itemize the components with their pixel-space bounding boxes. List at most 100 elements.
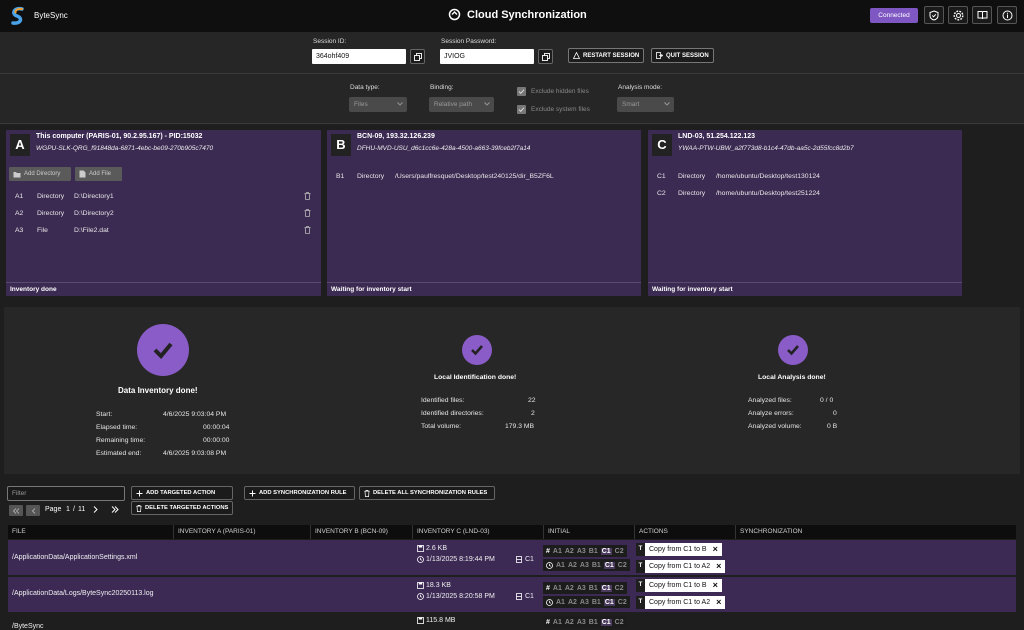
part-type: Directory xyxy=(678,190,706,197)
next-page-button[interactable] xyxy=(93,506,98,513)
part-type: Directory xyxy=(678,173,706,180)
action-item[interactable]: T Copy from C1 to A2 × xyxy=(636,596,726,609)
member-name: BCN-09, 193.32.126.239 xyxy=(357,133,435,140)
column-header-inventory-a[interactable]: INVENTORY A (PARIS-01) xyxy=(174,525,311,539)
column-header-inventory-c[interactable]: INVENTORY C (LND-03) xyxy=(413,525,544,539)
binding-value: Relative path xyxy=(434,101,472,108)
action-type-badge: T xyxy=(636,560,645,573)
part-path: /home/ubuntu/Desktop/test251224 xyxy=(716,190,820,197)
table-row[interactable]: /ApplicationData/Logs/ByteSync20250113.l… xyxy=(8,577,1016,612)
column-header-synchronization[interactable]: SYNCHRONIZATION xyxy=(736,525,1016,539)
exclude-system-label: Exclude system files xyxy=(531,106,590,113)
last-page-button[interactable] xyxy=(111,506,119,513)
add-sync-rule-label: ADD SYNCHRONIZATION RULE xyxy=(259,490,347,496)
trash-icon[interactable] xyxy=(304,192,311,200)
action-item[interactable]: T Copy from C1 to B × xyxy=(636,579,722,592)
add-directory-button[interactable]: Add Directory xyxy=(9,167,71,181)
hash-label: # xyxy=(546,547,550,555)
initial-code: C1 xyxy=(600,618,612,626)
add-sync-rule-button[interactable]: ADD SYNCHRONIZATION RULE xyxy=(244,486,355,500)
initial-date-status: A1 A2 A3 B1 C1 C2 xyxy=(543,559,630,571)
action-type-badge: T xyxy=(636,596,645,609)
initial-code: A2 xyxy=(564,547,574,555)
copy-session-id-button[interactable] xyxy=(410,49,425,64)
trash-icon[interactable] xyxy=(304,209,311,217)
exit-icon xyxy=(656,52,663,59)
session-id-field[interactable]: 364ohf409 xyxy=(312,49,406,64)
quit-session-label: QUIT SESSION xyxy=(666,52,709,59)
table-row[interactable]: /ApplicationData/ApplicationSettings.xml… xyxy=(8,540,1016,575)
page-separator: / xyxy=(73,506,75,513)
add-targeted-action-button[interactable]: ADD TARGETED ACTION xyxy=(131,486,233,500)
delete-targeted-actions-button[interactable]: DELETE TARGETED ACTIONS xyxy=(131,501,233,515)
column-header-initial[interactable]: INITIAL xyxy=(544,525,635,539)
initial-code: C1 xyxy=(603,561,615,569)
session-id-label: Session ID: xyxy=(313,38,347,45)
chevron-right-icon xyxy=(93,506,98,513)
remove-action-icon[interactable]: × xyxy=(716,596,721,609)
member-panel-a: A This computer (PARIS-01, 90.2.95.167) … xyxy=(6,130,321,296)
filter-input[interactable]: Filter xyxy=(7,486,125,501)
remove-action-icon[interactable]: × xyxy=(713,579,718,592)
double-chevron-left-icon xyxy=(12,507,20,514)
restart-session-button[interactable]: RESTART SESSION xyxy=(568,48,645,63)
kv-key: Start: xyxy=(96,411,113,418)
session-password-label: Session Password: xyxy=(441,38,497,45)
folder-add-icon xyxy=(13,171,21,178)
trust-button[interactable] xyxy=(924,6,944,24)
hash-label: # xyxy=(546,584,550,592)
copy-icon xyxy=(413,52,422,61)
disk-icon xyxy=(417,545,424,552)
initial-code: A1 xyxy=(552,618,562,626)
action-item[interactable]: T Copy from C1 to B × xyxy=(636,543,722,556)
exclude-hidden-checkbox[interactable] xyxy=(517,87,526,96)
file-size: 18.3 KB xyxy=(426,582,451,589)
kv-value: 00:00:04 xyxy=(203,424,230,431)
page-current[interactable]: 1 xyxy=(66,506,70,513)
initial-code: A2 xyxy=(564,584,574,592)
clock-icon xyxy=(546,598,553,606)
kv-key: Analyze errors: xyxy=(748,410,794,417)
initial-hash-status: # A1 A2 A3 B1 C1 C2 xyxy=(543,616,627,628)
trash-icon[interactable] xyxy=(304,226,311,234)
analysis-mode-select[interactable]: Smart xyxy=(617,97,674,112)
action-item[interactable]: T Copy from C1 to A2 × xyxy=(636,560,726,573)
initial-code: C2 xyxy=(617,561,627,569)
file-size: 2.6 KB xyxy=(426,545,448,552)
data-type-select[interactable]: Files xyxy=(349,97,407,112)
exclude-system-checkbox[interactable] xyxy=(517,105,526,114)
quit-session-button[interactable]: QUIT SESSION xyxy=(651,48,714,63)
column-header-inventory-b[interactable]: INVENTORY B (BCN-09) xyxy=(311,525,413,539)
remove-action-icon[interactable]: × xyxy=(716,560,721,573)
binding-select[interactable]: Relative path xyxy=(429,97,494,112)
add-file-button[interactable]: Add File xyxy=(75,167,122,181)
part-type: Directory xyxy=(37,210,65,217)
add-directory-label: Add Directory xyxy=(24,171,61,177)
session-password-field[interactable]: JVIOG xyxy=(440,49,534,64)
action-type-badge: T xyxy=(636,543,645,556)
initial-code: A3 xyxy=(576,618,586,626)
action-type-badge: T xyxy=(636,579,645,592)
kv-key: Total volume: xyxy=(421,423,462,430)
column-header-file[interactable]: FILE xyxy=(8,525,174,539)
part-path: D:\Directory2 xyxy=(74,210,114,217)
kv-value: 00:00:00 xyxy=(203,437,230,444)
column-header-actions[interactable]: ACTIONS xyxy=(635,525,736,539)
remove-action-icon[interactable]: × xyxy=(713,543,718,556)
previous-page-button[interactable] xyxy=(26,505,40,516)
progress-panel: Data Inventory done! Start: 4/6/2025 9:0… xyxy=(4,307,1020,474)
table-row[interactable]: /ByteSync 115.8 MB # A1 A2 A3 B1 C1 C2 xyxy=(8,614,1016,630)
analysis-mode-label: Analysis mode: xyxy=(618,84,663,91)
settings-button[interactable] xyxy=(948,6,968,24)
data-type-value: Files xyxy=(354,101,368,108)
docs-button[interactable] xyxy=(972,6,992,24)
trash-icon xyxy=(136,504,142,512)
about-button[interactable] xyxy=(997,6,1017,24)
delete-all-rules-button[interactable]: DELETE ALL SYNCHRONIZATION RULES xyxy=(359,486,495,500)
member-status: Waiting for inventory start xyxy=(648,282,962,296)
checkmark-icon xyxy=(518,89,525,95)
first-page-button[interactable] xyxy=(9,505,23,516)
initial-code: C1 xyxy=(600,547,612,555)
book-icon xyxy=(977,10,988,20)
copy-password-button[interactable] xyxy=(538,49,553,64)
